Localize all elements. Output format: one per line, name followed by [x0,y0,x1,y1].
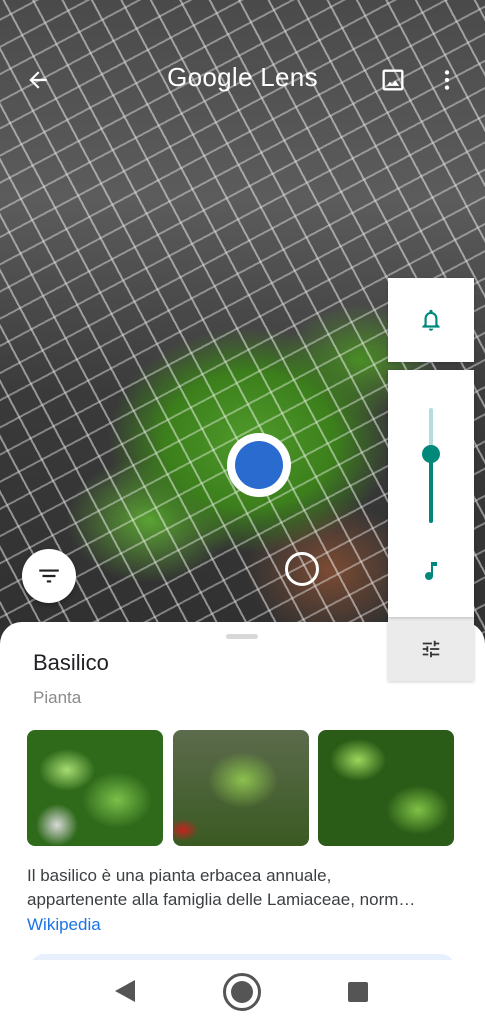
media-volume-button[interactable] [419,558,443,589]
sheet-drag-handle[interactable] [226,634,258,639]
result-image-3[interactable] [318,730,454,846]
more-options-button[interactable] [427,60,467,100]
gallery-button[interactable] [373,60,413,100]
more-vert-icon [444,70,450,90]
filter-button[interactable] [22,549,76,603]
volume-slider-thumb[interactable] [422,445,440,463]
tune-icon [422,640,440,658]
ringer-button[interactable] [388,278,474,362]
image-icon [382,69,404,91]
volume-slider-panel [388,370,474,617]
sound-settings-button[interactable] [388,617,474,681]
result-category: Pianta [33,688,82,707]
nav-home-icon[interactable] [223,973,261,1011]
music-note-icon [425,562,437,580]
top-bar: Google Lens [0,50,485,110]
wikipedia-link[interactable]: Wikipedia [27,915,101,935]
description-line-2: appartenente alla famiglia delle Lamiace… [27,890,416,909]
nav-back-icon[interactable] [115,980,135,1002]
nav-home-dot [231,981,253,1003]
result-description: Il basilico è una pianta erbacea annuale… [27,864,457,912]
result-image-2[interactable] [173,730,309,846]
selected-object-dot-inner [235,441,283,489]
result-title: Basilico [33,650,109,675]
bell-icon [422,309,440,331]
selected-object-dot[interactable] [227,433,291,497]
nav-recents-icon[interactable] [348,982,368,1002]
object-marker[interactable] [285,552,319,586]
filter-icon [39,569,59,583]
result-image-1[interactable] [27,730,163,846]
description-line-1: Il basilico è una pianta erbacea annuale… [27,866,332,885]
system-nav-bar [0,960,485,1024]
volume-panel [388,278,474,681]
volume-slider-fill [429,454,433,523]
